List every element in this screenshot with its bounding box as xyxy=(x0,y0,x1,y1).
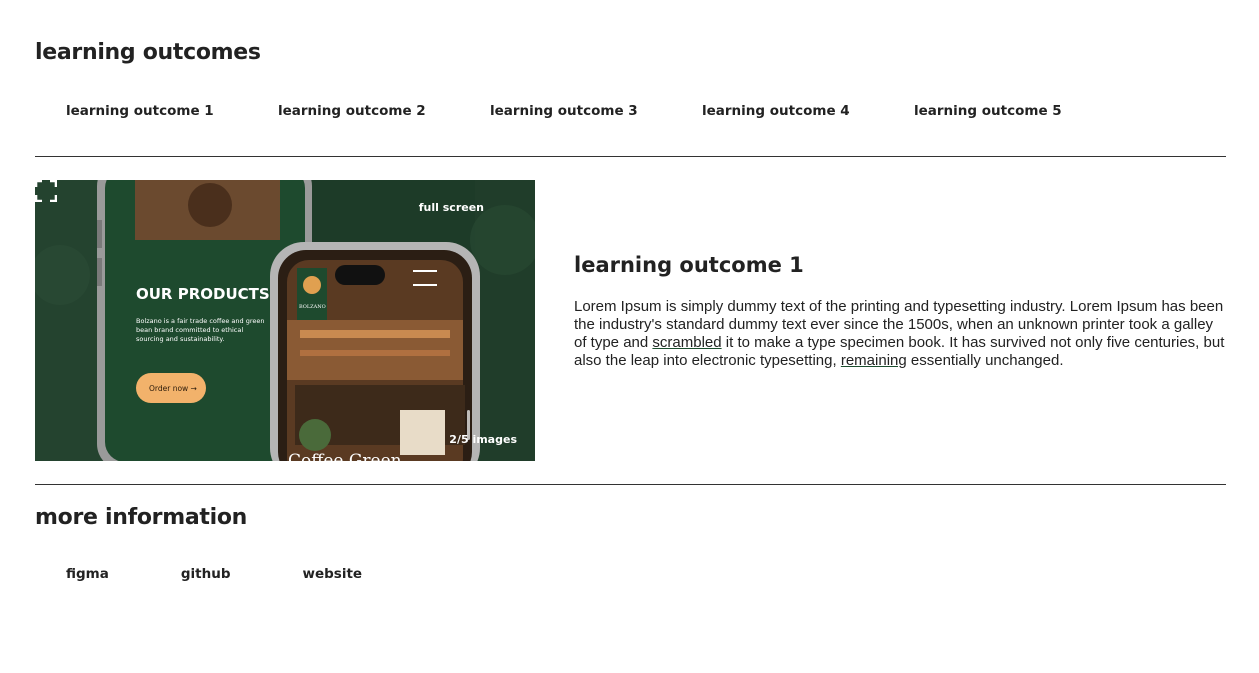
image-gallery[interactable]: OUR PRODUCTS Bolzano is a fair trade cof… xyxy=(35,180,535,461)
tab-learning-outcome-4[interactable]: learning outcome 4 xyxy=(702,103,914,119)
full-screen-label[interactable]: full screen xyxy=(419,201,484,214)
divider-top xyxy=(35,156,1226,157)
detail-title: learning outcome 1 xyxy=(574,253,804,277)
gallery-image: OUR PRODUCTS Bolzano is a fair trade cof… xyxy=(35,180,535,461)
remaining-link[interactable]: remaining xyxy=(841,352,907,369)
slide-caption: Coffee Green xyxy=(288,451,402,461)
slide-order-label: Order now → xyxy=(149,384,197,393)
divider-bottom xyxy=(35,484,1226,485)
tab-learning-outcome-3[interactable]: learning outcome 3 xyxy=(490,103,702,119)
detail-description: Lorem Ipsum is simply dummy text of the … xyxy=(574,298,1226,370)
scrambled-link[interactable]: scrambled xyxy=(652,334,721,351)
slide-logo-text: BOLZANO xyxy=(299,304,326,310)
learning-outcomes-title: learning outcomes xyxy=(35,40,261,65)
github-link[interactable]: github xyxy=(181,566,231,582)
fullscreen-icon[interactable] xyxy=(35,180,57,202)
tab-learning-outcome-5[interactable]: learning outcome 5 xyxy=(914,103,1126,119)
tab-learning-outcome-2[interactable]: learning outcome 2 xyxy=(278,103,490,119)
slide-heading: OUR PRODUCTS xyxy=(136,285,270,303)
more-information-title: more information xyxy=(35,505,248,530)
image-counter: 2/5 images xyxy=(449,433,517,446)
more-information-links: figma github website xyxy=(66,566,434,582)
tab-learning-outcome-1[interactable]: learning outcome 1 xyxy=(66,103,278,119)
detail-text-3: essentially unchanged. xyxy=(906,352,1064,369)
learning-outcome-tabs: learning outcome 1 learning outcome 2 le… xyxy=(66,103,1126,119)
slide-body: Bolzano is a fair trade coffee and green… xyxy=(136,317,265,343)
website-link[interactable]: website xyxy=(303,566,363,582)
figma-link[interactable]: figma xyxy=(66,566,109,582)
